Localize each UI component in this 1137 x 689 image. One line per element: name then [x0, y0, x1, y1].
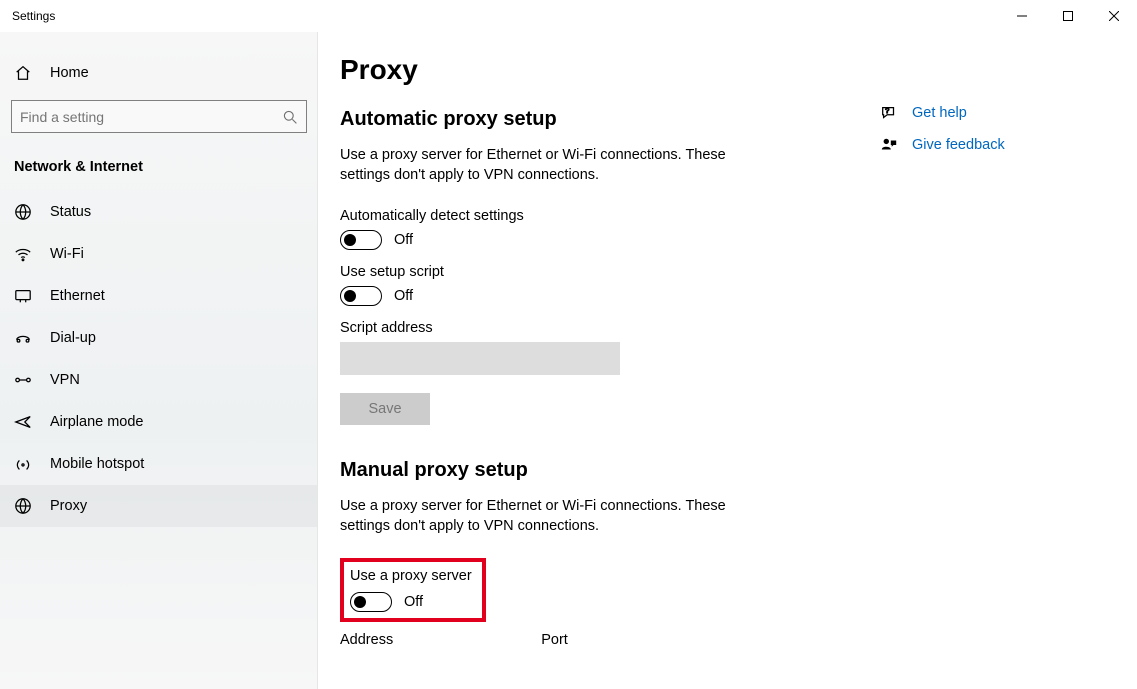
give-feedback-label: Give feedback: [912, 137, 1005, 153]
save-button: Save: [340, 393, 430, 425]
sidebar-item-label: Mobile hotspot: [50, 456, 144, 472]
svg-text:?: ?: [885, 106, 889, 115]
wifi-icon: [14, 245, 32, 263]
sidebar-item-label: Status: [50, 204, 91, 220]
sidebar-item-label: Airplane mode: [50, 414, 144, 430]
chat-help-icon: ?: [880, 104, 898, 122]
minimize-button[interactable]: [999, 0, 1045, 32]
auto-section-desc: Use a proxy server for Ethernet or Wi-Fi…: [340, 145, 760, 186]
use-script-toggle[interactable]: [340, 286, 382, 306]
auto-detect-toggle[interactable]: [340, 230, 382, 250]
maximize-button[interactable]: [1045, 0, 1091, 32]
feedback-icon: [880, 136, 898, 154]
proxy-icon: [14, 497, 32, 515]
get-help-label: Get help: [912, 105, 967, 121]
sidebar-item-airplane[interactable]: Airplane mode: [0, 401, 318, 443]
window-controls: [999, 0, 1137, 32]
page-title: Proxy: [340, 54, 840, 86]
use-proxy-toggle[interactable]: [350, 592, 392, 612]
sidebar: Home Network & Internet Status Wi-Fi: [0, 32, 318, 689]
vpn-icon: [14, 371, 32, 389]
sidebar-category-title: Network & Internet: [0, 151, 318, 191]
sidebar-item-vpn[interactable]: VPN: [0, 359, 318, 401]
sidebar-item-label: Proxy: [50, 498, 87, 514]
auto-section-title: Automatic proxy setup: [340, 108, 840, 131]
use-script-state: Off: [394, 288, 413, 304]
auto-detect-label: Automatically detect settings: [340, 208, 840, 224]
hotspot-icon: [14, 455, 32, 473]
sidebar-item-label: Wi-Fi: [50, 246, 84, 262]
window-title: Settings: [12, 9, 55, 23]
search-input[interactable]: [20, 109, 282, 125]
search-icon: [282, 109, 298, 125]
sidebar-item-status[interactable]: Status: [0, 191, 318, 233]
home-icon: [14, 64, 32, 82]
close-button[interactable]: [1091, 0, 1137, 32]
sidebar-item-dialup[interactable]: Dial-up: [0, 317, 318, 359]
sidebar-item-hotspot[interactable]: Mobile hotspot: [0, 443, 318, 485]
sidebar-item-label: Ethernet: [50, 288, 105, 304]
use-proxy-label: Use a proxy server: [350, 568, 472, 584]
sidebar-item-label: VPN: [50, 372, 80, 388]
help-panel: ? Get help Give feedback: [880, 54, 1097, 689]
globe-icon: [14, 203, 32, 221]
sidebar-item-wifi[interactable]: Wi-Fi: [0, 233, 318, 275]
sidebar-item-label: Dial-up: [50, 330, 96, 346]
script-address-label: Script address: [340, 320, 840, 336]
dialup-icon: [14, 329, 32, 347]
main-content: Proxy Automatic proxy setup Use a proxy …: [318, 32, 1137, 689]
script-address-input: [340, 342, 620, 375]
auto-detect-state: Off: [394, 232, 413, 248]
search-input-container[interactable]: [11, 100, 307, 133]
ethernet-icon: [14, 287, 32, 305]
use-script-label: Use setup script: [340, 264, 840, 280]
highlight-box: Use a proxy server Off: [340, 558, 486, 622]
airplane-icon: [14, 413, 32, 431]
use-proxy-state: Off: [404, 594, 423, 610]
sidebar-home[interactable]: Home: [0, 56, 318, 100]
manual-section-title: Manual proxy setup: [340, 459, 840, 482]
sidebar-item-ethernet[interactable]: Ethernet: [0, 275, 318, 317]
sidebar-home-label: Home: [50, 65, 89, 81]
address-label: Address: [340, 632, 393, 648]
sidebar-item-proxy[interactable]: Proxy: [0, 485, 318, 527]
save-button-label: Save: [368, 401, 401, 417]
get-help-link[interactable]: ? Get help: [880, 104, 1097, 122]
give-feedback-link[interactable]: Give feedback: [880, 136, 1097, 154]
manual-section-desc: Use a proxy server for Ethernet or Wi-Fi…: [340, 496, 760, 537]
titlebar: Settings: [0, 0, 1137, 32]
port-label: Port: [541, 632, 568, 648]
